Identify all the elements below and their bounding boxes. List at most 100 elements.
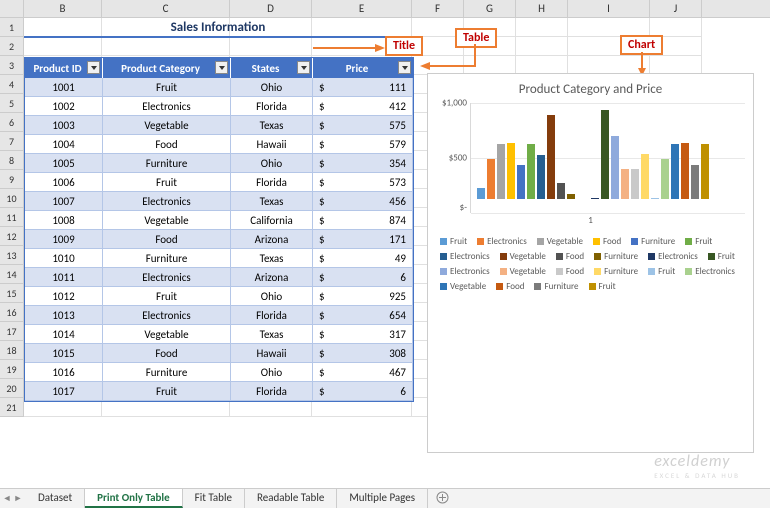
select-all-corner[interactable] — [0, 0, 24, 17]
cell[interactable]: Fruit — [103, 287, 231, 306]
cell[interactable]: 1016 — [25, 363, 103, 382]
cell[interactable]: 1011 — [25, 268, 103, 287]
cell-price[interactable]: $573 — [313, 173, 413, 192]
th-category[interactable]: Product Category — [103, 58, 231, 78]
cell[interactable]: 1003 — [25, 116, 103, 135]
col-header[interactable]: J — [650, 0, 702, 17]
cell[interactable]: 1014 — [25, 325, 103, 344]
table-row[interactable]: 1012FruitOhio$925 — [25, 287, 413, 306]
cell-price[interactable]: $6 — [313, 382, 413, 401]
sheet-tab[interactable]: Fit Table — [183, 489, 245, 508]
cell[interactable] — [102, 37, 230, 56]
col-header[interactable]: H — [516, 0, 568, 17]
filter-dropdown-icon[interactable] — [215, 61, 228, 74]
th-states[interactable]: States — [231, 58, 313, 78]
row-header[interactable]: 1 — [0, 18, 24, 37]
row-header[interactable]: 19 — [0, 360, 24, 379]
cell[interactable]: Hawaii — [231, 344, 313, 363]
filter-dropdown-icon[interactable] — [87, 61, 100, 74]
cell[interactable]: 1002 — [25, 97, 103, 116]
cell[interactable]: Electronics — [103, 192, 231, 211]
tab-scroll-right-icon[interactable]: ► — [13, 492, 23, 506]
cell[interactable]: Vegetable — [103, 211, 231, 230]
cell[interactable]: 1005 — [25, 154, 103, 173]
table-row[interactable]: 1016FurnitureOhio$467 — [25, 363, 413, 382]
cell[interactable]: Furniture — [103, 154, 231, 173]
row-header[interactable]: 15 — [0, 284, 24, 303]
cell-price[interactable]: $49 — [313, 249, 413, 268]
cell[interactable]: Furniture — [103, 363, 231, 382]
cell[interactable]: 1006 — [25, 173, 103, 192]
table-row[interactable]: 1008VegetableCalifornia$874 — [25, 211, 413, 230]
table-row[interactable]: 1001FruitOhio$111 — [25, 78, 413, 97]
table-row[interactable]: 1006FruitFlorida$573 — [25, 173, 413, 192]
col-header[interactable]: F — [412, 0, 464, 17]
row-header[interactable]: 10 — [0, 189, 24, 208]
cell[interactable]: Food — [103, 344, 231, 363]
cell[interactable]: Arizona — [231, 230, 313, 249]
table-row[interactable]: 1011ElectronicsArizona$6 — [25, 268, 413, 287]
cell[interactable]: 1001 — [25, 78, 103, 97]
cell[interactable]: Electronics — [103, 306, 231, 325]
cell[interactable] — [516, 18, 568, 37]
cell[interactable]: Fruit — [103, 382, 231, 401]
cell[interactable]: Fruit — [103, 78, 231, 97]
filter-dropdown-icon[interactable] — [398, 61, 411, 74]
cell[interactable]: Ohio — [231, 154, 313, 173]
row-header[interactable]: 9 — [0, 170, 24, 189]
table-row[interactable]: 1004FoodHawaii$579 — [25, 135, 413, 154]
table-row[interactable]: 1013ElectronicsFlorida$654 — [25, 306, 413, 325]
sheet-tab[interactable]: Print Only Table — [85, 489, 183, 508]
cell-price[interactable]: $412 — [313, 97, 413, 116]
col-header[interactable]: B — [24, 0, 102, 17]
cell[interactable]: 1007 — [25, 192, 103, 211]
th-price[interactable]: Price — [313, 58, 413, 78]
sheet-tab[interactable]: Dataset — [26, 489, 85, 508]
cell[interactable]: Texas — [231, 325, 313, 344]
table-row[interactable]: 1003VegetableTexas$575 — [25, 116, 413, 135]
row-header[interactable]: 6 — [0, 113, 24, 132]
cell[interactable] — [24, 37, 102, 56]
row-header[interactable]: 17 — [0, 322, 24, 341]
row-header[interactable]: 20 — [0, 379, 24, 398]
cell[interactable]: Florida — [231, 97, 313, 116]
cell[interactable]: 1008 — [25, 211, 103, 230]
row-header[interactable]: 3 — [0, 56, 24, 75]
th-product-id[interactable]: Product ID — [25, 58, 103, 78]
cell-price[interactable]: $111 — [313, 78, 413, 97]
row-header[interactable]: 12 — [0, 227, 24, 246]
cell-price[interactable]: $874 — [313, 211, 413, 230]
table-row[interactable]: 1009FoodArizona$171 — [25, 230, 413, 249]
col-header[interactable]: C — [102, 0, 230, 17]
data-table[interactable]: Product ID Product Category States Price… — [24, 57, 414, 402]
cell-price[interactable]: $467 — [313, 363, 413, 382]
table-row[interactable]: 1015FoodHawaii$308 — [25, 344, 413, 363]
cell[interactable]: Arizona — [231, 268, 313, 287]
cell[interactable]: 1010 — [25, 249, 103, 268]
filter-dropdown-icon[interactable] — [297, 61, 310, 74]
sheet-tab[interactable]: Multiple Pages — [337, 489, 428, 508]
cell-price[interactable]: $456 — [313, 192, 413, 211]
cell[interactable]: Food — [103, 230, 231, 249]
cell[interactable]: California — [231, 211, 313, 230]
row-header[interactable]: 11 — [0, 208, 24, 227]
col-header[interactable]: D — [230, 0, 312, 17]
row-header[interactable]: 2 — [0, 37, 24, 56]
table-row[interactable]: 1007ElectronicsTexas$456 — [25, 192, 413, 211]
cell[interactable]: Furniture — [103, 249, 231, 268]
col-header[interactable]: E — [312, 0, 412, 17]
cell[interactable]: Vegetable — [103, 325, 231, 344]
cell-price[interactable]: $925 — [313, 287, 413, 306]
cell-price[interactable]: $308 — [313, 344, 413, 363]
cell[interactable]: Florida — [231, 173, 313, 192]
row-header[interactable]: 21 — [0, 398, 24, 417]
cell[interactable]: Food — [103, 135, 231, 154]
cell[interactable]: Texas — [231, 192, 313, 211]
cell[interactable]: 1017 — [25, 382, 103, 401]
row-header[interactable]: 8 — [0, 151, 24, 170]
cell[interactable]: Hawaii — [231, 135, 313, 154]
row-header[interactable]: 18 — [0, 341, 24, 360]
cell[interactable]: Fruit — [103, 173, 231, 192]
cell[interactable]: Texas — [231, 249, 313, 268]
table-row[interactable]: 1014VegetableTexas$317 — [25, 325, 413, 344]
